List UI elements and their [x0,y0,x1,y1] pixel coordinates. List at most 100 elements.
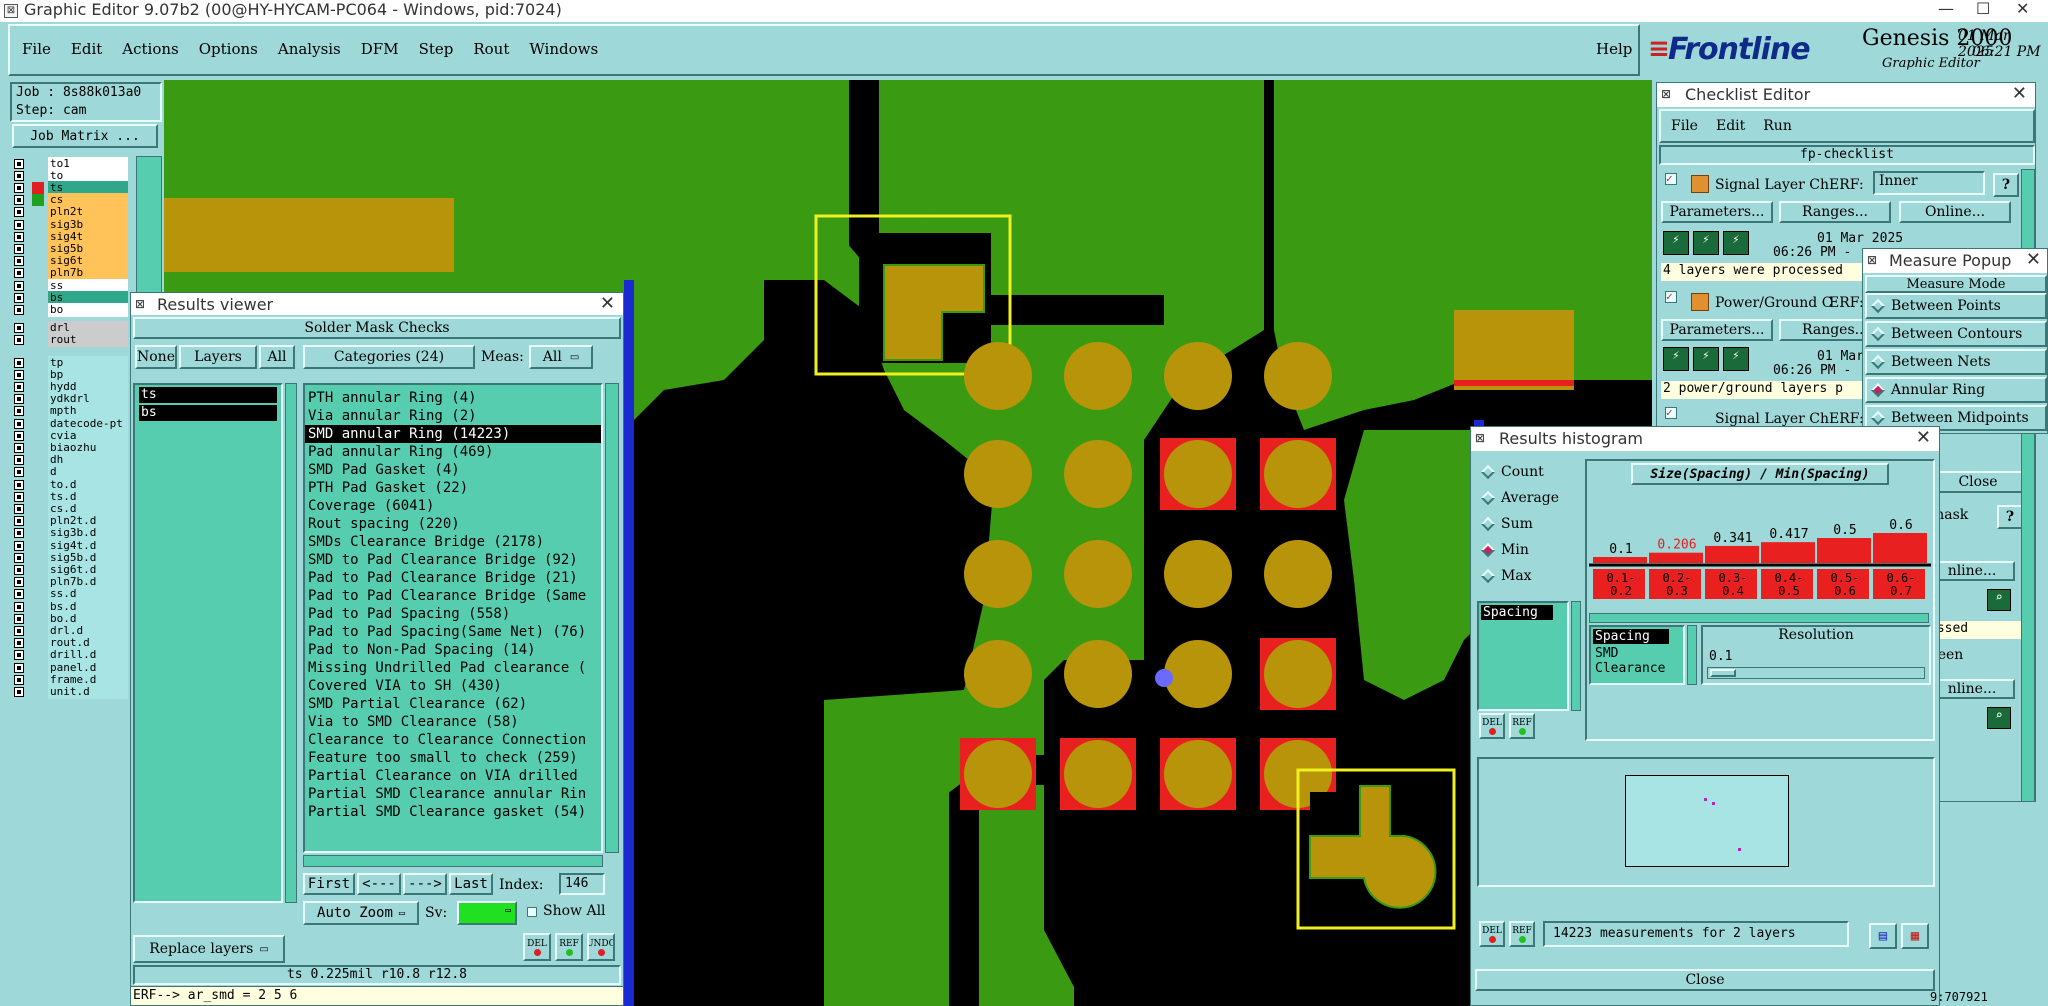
layer-checkbox[interactable] [14,304,24,315]
menu-windows[interactable]: Windows [529,40,598,58]
field-item[interactable]: Spacing [1593,629,1669,644]
run-icon[interactable]: ⚡ [1663,231,1689,255]
category-item[interactable]: Partial Clearance on VIA drilled [305,767,601,785]
menu-dfm[interactable]: DFM [361,40,399,58]
zoom-icon[interactable]: ⌕ [1987,707,2011,729]
help-button[interactable]: ? [1993,173,2019,197]
histogram-list[interactable]: Spacing [1477,601,1569,711]
layers-button[interactable]: Layers [179,345,257,369]
layer-checkbox[interactable] [14,357,24,368]
layer-checkbox[interactable] [14,268,24,279]
category-hscrollbar[interactable] [303,855,603,867]
layer-list-scrollbar[interactable] [285,383,297,903]
category-item[interactable]: PTH annular Ring (4) [305,389,601,407]
check-mark-icon[interactable]: ✓ [1665,407,1677,419]
checklist-menu-edit[interactable]: Edit [1716,118,1745,134]
layer-checkbox[interactable] [14,601,24,612]
window-close-button[interactable]: ✕ [2016,0,2029,18]
histogram-close[interactable]: ✕ [1916,427,1931,448]
histogram-option[interactable]: Average [1477,485,1579,511]
layer-checkbox[interactable] [14,381,24,392]
none-button[interactable]: None [135,345,177,369]
ref-button[interactable]: REF [555,933,583,961]
histogram-ref-button[interactable]: REF [1509,713,1535,739]
histogram-close-button[interactable]: Close [1475,969,1935,991]
measure-mode-option[interactable]: Between Points [1865,293,2047,319]
layer-checkbox[interactable] [14,540,24,551]
menu-analysis[interactable]: Analysis [278,40,341,58]
layer-checkbox[interactable] [14,369,24,380]
run-icons[interactable]: ⚡ ⚡ ⚡ [1663,347,1753,371]
del-button[interactable]: DEL [523,933,551,961]
field-item[interactable]: Clearance [1591,661,1683,676]
first-button[interactable]: First [303,873,355,895]
category-scrollbar[interactable] [605,383,619,853]
category-item[interactable]: SMD Pad Gasket (4) [305,461,601,479]
histogram-bar[interactable] [1873,533,1927,563]
histogram-bar[interactable] [1705,545,1759,563]
layer-checkbox[interactable] [14,335,24,346]
layer-checkbox[interactable] [14,256,24,267]
category-item[interactable]: SMDs Clearance Bridge (2178) [305,533,601,551]
field-list-scrollbar[interactable] [1687,625,1697,685]
erf-value[interactable]: Inner [1873,171,1985,195]
layer-checkbox[interactable] [14,158,24,169]
export-icon[interactable]: ▤ [1869,923,1897,949]
histogram-del-button-2[interactable]: DEL [1479,921,1505,947]
layer-name[interactable]: bo [48,302,128,317]
histogram-option[interactable]: Sum [1477,511,1579,537]
menu-actions[interactable]: Actions [122,40,178,58]
category-item[interactable]: Partial SMD Clearance annular Rin [305,785,601,803]
auto-zoom-select[interactable]: Auto Zoom ▭ [303,901,419,925]
category-item[interactable]: Pad to Pad Spacing (558) [305,605,601,623]
layer-row[interactable]: unit.d [8,684,128,699]
layer-checkbox[interactable] [14,467,24,478]
category-item[interactable]: Rout spacing (220) [305,515,601,533]
layer-checkbox[interactable] [14,577,24,588]
run-icon[interactable]: ⚡ [1723,347,1749,371]
online-button[interactable]: Online... [1899,201,2011,223]
category-item[interactable]: Covered VIA to SH (430) [305,677,601,695]
run-icon[interactable]: ⚡ [1663,347,1689,371]
layer-checkbox[interactable] [14,638,24,649]
menu-file[interactable]: File [22,40,51,58]
layer-checkbox[interactable] [14,219,24,230]
category-item[interactable]: SMD annular Ring (14223) [305,425,601,443]
results-layer-list[interactable]: ts bs [133,383,283,903]
layer-checkbox[interactable] [14,613,24,624]
category-item[interactable]: Missing Undrilled Pad clearance ( [305,659,601,677]
category-item[interactable]: SMD to Pad Clearance Bridge (92) [305,551,601,569]
menu-edit[interactable]: Edit [71,40,102,58]
layer-name[interactable]: rout [48,333,128,348]
layer-checkbox[interactable] [14,418,24,429]
category-list[interactable]: PTH annular Ring (4) Via annular Ring (2)… [303,383,603,853]
checklist-close[interactable]: ✕ [2012,83,2027,104]
menu-step[interactable]: Step [419,40,454,58]
checklist-menu-run[interactable]: Run [1763,118,1792,134]
layer-checkbox[interactable] [14,394,24,405]
help-button[interactable]: ? [1997,505,2023,529]
layer-checkbox[interactable] [14,528,24,539]
layer-checkbox[interactable] [14,323,24,334]
measure-mode-option[interactable]: Between Nets [1865,349,2047,375]
layer-checkbox[interactable] [14,182,24,193]
menu-options[interactable]: Options [199,40,258,58]
run-icon[interactable]: ⚡ [1693,347,1719,371]
layer-checkbox[interactable] [14,589,24,600]
category-item[interactable]: Pad to Pad Spacing(Same Net) (76) [305,623,601,641]
job-matrix-button[interactable]: Job Matrix ... [12,124,158,148]
histogram-bar[interactable] [1593,557,1647,563]
category-item[interactable]: Pad to Non-Pad Spacing (14) [305,641,601,659]
layer-checkbox[interactable] [14,231,24,242]
layer-checkbox[interactable] [14,406,24,417]
prev-button[interactable]: <--- [357,873,401,895]
undo-button[interactable]: UNDO [587,933,615,961]
menu-help[interactable]: Help [1596,40,1632,58]
minimize-button[interactable]: — [1938,0,1954,18]
layer-name[interactable]: unit.d [48,684,128,699]
histogram-bar[interactable] [1761,542,1815,563]
layer-checkbox[interactable] [14,455,24,466]
sv-color-select[interactable]: ▭ [457,901,517,925]
categories-button[interactable]: Categories (24) [303,345,475,369]
histogram-list-item[interactable]: Spacing [1481,605,1553,620]
